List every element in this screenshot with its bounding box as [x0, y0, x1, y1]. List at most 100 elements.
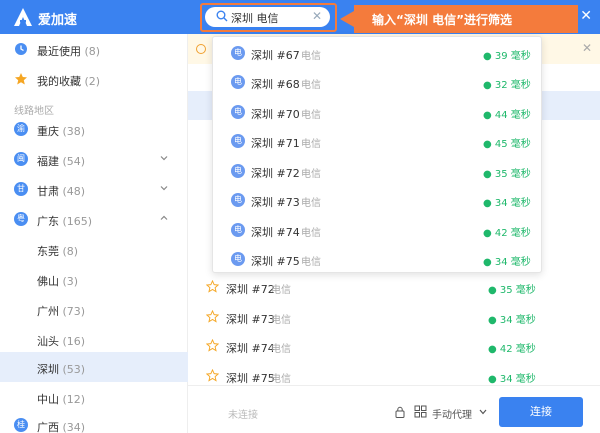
- grid-icon[interactable]: [414, 405, 427, 418]
- sidebar-item-label: 广西: [37, 421, 59, 433]
- sidebar-item-count: (53): [62, 363, 86, 376]
- region-badge-icon: 甘: [14, 182, 28, 196]
- sidebar-item-label: 深圳: [37, 363, 59, 376]
- star-outline-icon[interactable]: [206, 310, 219, 323]
- sidebar-item-foshan[interactable]: 佛山 (3): [0, 264, 188, 294]
- server-isp: 电信: [271, 344, 291, 355]
- lock-icon[interactable]: [394, 406, 406, 418]
- server-name: 深圳 #71: [251, 137, 300, 150]
- star-outline-icon[interactable]: [206, 369, 219, 382]
- isp-badge-icon: 电: [231, 164, 245, 178]
- sidebar-item-recent[interactable]: 最近使用 (8): [0, 34, 188, 64]
- search-results-dropdown: 电 深圳 #67 电信 ● 39 毫秒 电 深圳 #68 电信 ● 32 毫秒 …: [212, 36, 542, 273]
- chevron-down-icon[interactable]: [160, 154, 168, 162]
- server-ping: ● 39 毫秒: [483, 51, 531, 62]
- server-ping: ● 32 毫秒: [483, 80, 531, 91]
- sidebar-item-label: 最近使用: [37, 45, 81, 58]
- search-result-item[interactable]: 电 深圳 #73 电信 ● 34 毫秒: [213, 185, 541, 214]
- sidebar-item-count: (16): [62, 335, 86, 348]
- server-isp: 电信: [271, 374, 291, 385]
- table-row[interactable]: 深圳 #72 电信 ● 35 毫秒: [188, 272, 600, 301]
- server-ping: ● 34 毫秒: [483, 198, 531, 209]
- server-isp: 电信: [301, 228, 321, 239]
- search-result-item[interactable]: 电 深圳 #71 电信 ● 45 毫秒: [213, 126, 541, 155]
- sidebar-item-count: (48): [62, 185, 86, 198]
- server-name: 深圳 #75: [226, 372, 275, 385]
- close-icon[interactable]: ✕: [580, 8, 592, 24]
- server-name: 深圳 #75: [251, 255, 300, 268]
- sidebar-item-count: (54): [62, 155, 86, 168]
- chevron-up-icon[interactable]: [160, 214, 168, 222]
- sidebar-item-count: (38): [62, 125, 86, 138]
- server-name: 深圳 #73: [226, 313, 275, 326]
- search-result-item[interactable]: 电 深圳 #67 电信 ● 39 毫秒: [213, 38, 541, 67]
- server-ping: ● 34 毫秒: [483, 257, 531, 268]
- search-result-item[interactable]: 电 深圳 #72 电信 ● 35 毫秒: [213, 156, 541, 185]
- sidebar-item-guangdong[interactable]: 粤 广东 (165): [0, 204, 188, 234]
- sidebar-item-shenzhen[interactable]: 深圳 (53): [0, 352, 188, 382]
- sidebar-item-label: 广州: [37, 305, 59, 318]
- isp-badge-icon: 电: [231, 223, 245, 237]
- sidebar-item-label: 广东: [37, 215, 59, 228]
- sidebar-item-label: 中山: [37, 393, 59, 406]
- notice-icon: [196, 44, 206, 54]
- sidebar-item-count: (73): [62, 305, 86, 318]
- isp-badge-icon: 电: [231, 134, 245, 148]
- server-ping: ● 45 毫秒: [483, 139, 531, 150]
- search-result-item[interactable]: 电 深圳 #75 电信 ● 34 毫秒: [213, 244, 541, 273]
- app-logo-icon: [14, 8, 32, 26]
- isp-badge-icon: 电: [231, 193, 245, 207]
- table-row[interactable]: 深圳 #73 电信 ● 34 毫秒: [188, 302, 600, 331]
- sidebar-item-zhongshan[interactable]: 中山 (12): [0, 382, 188, 412]
- search-value[interactable]: 深圳 电信: [231, 10, 279, 26]
- sidebar-item-label: 重庆: [37, 125, 59, 138]
- sidebar-item-count: (12): [62, 393, 86, 406]
- sidebar-item-shantou[interactable]: 汕头 (16): [0, 324, 188, 354]
- server-isp: 电信: [301, 51, 321, 62]
- sidebar-item-guangxi[interactable]: 桂 广西 (34): [0, 410, 188, 433]
- search-result-item[interactable]: 电 深圳 #74 电信 ● 42 毫秒: [213, 215, 541, 244]
- sidebar-item-count: (165): [62, 215, 93, 228]
- sidebar-item-count: (8): [84, 45, 101, 58]
- chevron-down-icon[interactable]: [160, 184, 168, 192]
- server-ping: ● 44 毫秒: [483, 110, 531, 121]
- isp-badge-icon: 电: [231, 252, 245, 266]
- sidebar-item-chongqing[interactable]: 渝 重庆 (38): [0, 114, 188, 144]
- isp-badge-icon: 电: [231, 46, 245, 60]
- sidebar-item-label: 东莞: [37, 245, 59, 258]
- isp-badge-icon: 电: [231, 75, 245, 89]
- server-name: 深圳 #74: [226, 342, 275, 355]
- sidebar-item-favorites[interactable]: 我的收藏 (2): [0, 64, 188, 94]
- sidebar-item-dongguan[interactable]: 东莞 (8): [0, 234, 188, 264]
- sidebar-item-gansu[interactable]: 甘 甘肃 (48): [0, 174, 188, 204]
- isp-badge-icon: 电: [231, 105, 245, 119]
- star-outline-icon[interactable]: [206, 280, 219, 293]
- search-result-item[interactable]: 电 深圳 #70 电信 ● 44 毫秒: [213, 97, 541, 126]
- server-isp: 电信: [301, 198, 321, 209]
- table-row[interactable]: 深圳 #74 电信 ● 42 毫秒: [188, 331, 600, 360]
- sidebar: 最近使用 (8) 我的收藏 (2) 线路地区 渝 重庆 (38) 闽 福建 (5…: [0, 34, 188, 433]
- star-outline-icon[interactable]: [206, 339, 219, 352]
- proxy-mode-select[interactable]: 手动代理: [432, 406, 472, 421]
- server-isp: 电信: [301, 169, 321, 180]
- connect-button[interactable]: 连接: [499, 397, 583, 427]
- server-name: 深圳 #72: [226, 283, 275, 296]
- sidebar-item-count: (3): [62, 275, 79, 288]
- sidebar-item-guangzhou[interactable]: 广州 (73): [0, 294, 188, 324]
- chevron-down-icon[interactable]: [479, 409, 487, 415]
- server-isp: 电信: [301, 80, 321, 91]
- sidebar-item-label: 甘肃: [37, 185, 59, 198]
- server-isp: 电信: [271, 315, 291, 326]
- clear-icon[interactable]: ✕: [312, 9, 322, 23]
- region-badge-icon: 粤: [14, 212, 28, 226]
- sidebar-item-label: 汕头: [37, 335, 59, 348]
- search-result-item[interactable]: 电 深圳 #68 电信 ● 32 毫秒: [213, 67, 541, 96]
- sidebar-item-count: (2): [84, 75, 101, 88]
- region-badge-icon: 桂: [14, 418, 28, 432]
- search-icon: [216, 10, 228, 22]
- sidebar-item-count: (34): [62, 421, 86, 433]
- sidebar-item-fujian[interactable]: 闽 福建 (54): [0, 144, 188, 174]
- close-icon[interactable]: ✕: [582, 41, 592, 55]
- server-name: 深圳 #73: [251, 196, 300, 209]
- sidebar-item-label: 佛山: [37, 275, 59, 288]
